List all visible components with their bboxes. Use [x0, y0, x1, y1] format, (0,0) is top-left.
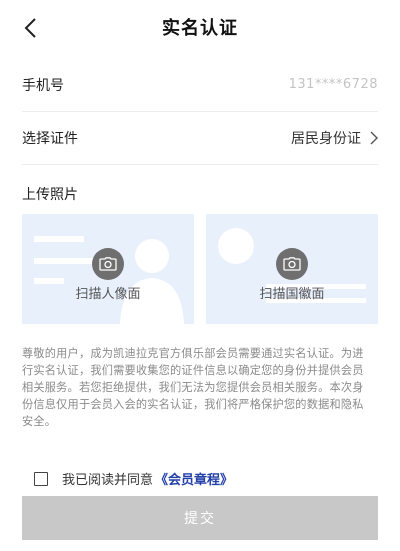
camera-icon — [92, 248, 124, 280]
phone-row: 手机号 131****6728 — [22, 58, 378, 112]
scan-portrait-card[interactable]: 扫描人像面 — [22, 214, 194, 324]
scan-portrait-label: 扫描人像面 — [75, 287, 141, 302]
chevron-right-icon — [370, 131, 378, 144]
membership-charter-link[interactable]: 《会员章程》 — [155, 469, 233, 488]
page-title: 实名认证 — [162, 18, 238, 39]
scan-emblem-card[interactable]: 扫描国徽面 — [206, 214, 378, 324]
submit-button[interactable]: 提交 — [22, 496, 378, 540]
camera-icon — [276, 248, 308, 280]
id-type-row[interactable]: 选择证件 居民身份证 — [22, 111, 378, 165]
privacy-notice: 尊敬的用户，成为凯迪拉克官方俱乐部会员需要通过实名认证。为进行实名认证，我们需要… — [22, 347, 364, 428]
phone-value: 131****6728 — [288, 77, 378, 92]
scan-emblem-label: 扫描国徽面 — [259, 287, 325, 302]
agreement-checkbox[interactable] — [34, 471, 48, 486]
id-type-label: 选择证件 — [22, 130, 78, 147]
id-type-value: 居民身份证 — [291, 130, 361, 147]
upload-photo-label: 上传照片 — [22, 187, 78, 203]
id-type-selector[interactable]: 居民身份证 — [291, 128, 378, 148]
agreement-text: 我已阅读并同意 — [62, 473, 154, 488]
header: 实名认证 — [0, 0, 400, 56]
phone-label: 手机号 — [22, 77, 64, 94]
agreement-row: 我已阅读并同意 《会员章程》 — [34, 469, 233, 488]
